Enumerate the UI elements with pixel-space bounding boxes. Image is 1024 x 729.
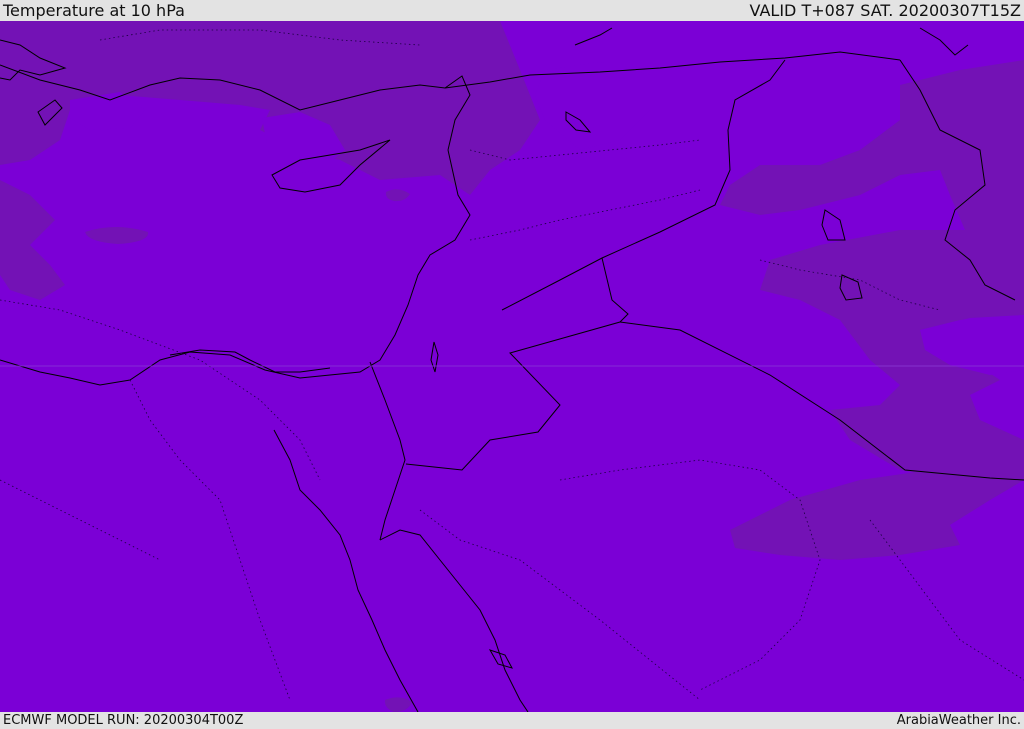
valid-time: VALID T+087 SAT. 20200307T15Z — [749, 1, 1021, 20]
credit: ArabiaWeather Inc. — [896, 713, 1021, 728]
map-title: Temperature at 10 hPa — [3, 1, 185, 20]
header-bar: Temperature at 10 hPa VALID T+087 SAT. 2… — [0, 0, 1024, 21]
weather-map — [0, 21, 1024, 712]
model-run: ECMWF MODEL RUN: 20200304T00Z — [3, 713, 244, 728]
footer-bar: ECMWF MODEL RUN: 20200304T00Z ArabiaWeat… — [0, 712, 1024, 729]
